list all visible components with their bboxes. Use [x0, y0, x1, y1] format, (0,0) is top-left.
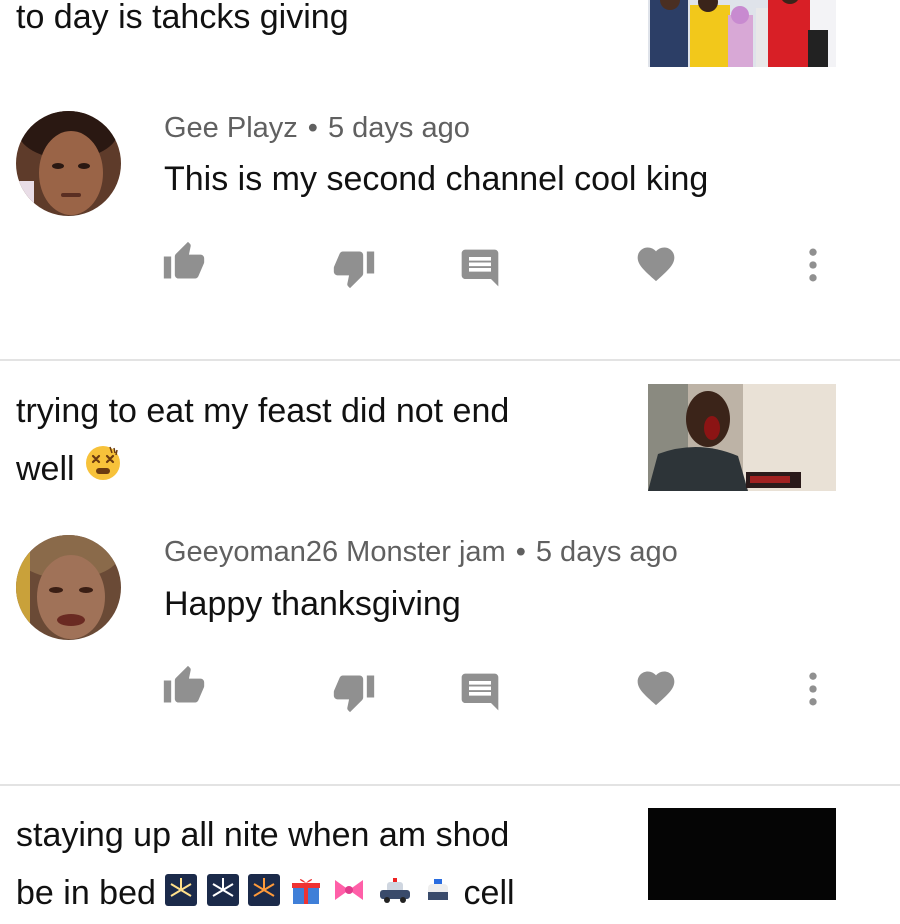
thumbs-up-icon [163, 241, 205, 279]
thumbs-down-icon [333, 251, 375, 289]
post-title[interactable]: trying to eat my feast did not end well [16, 382, 576, 500]
fireworks-emoji [206, 866, 239, 924]
comment-meta: Gee Playz • 5 days ago [164, 112, 470, 145]
comment-text: This is my second channel cool king [164, 160, 709, 198]
ribbon-emoji [331, 866, 367, 924]
gift-emoji [290, 866, 322, 924]
reply-button[interactable] [456, 668, 504, 716]
avatar[interactable] [16, 535, 121, 640]
fireworks-emoji [165, 866, 198, 924]
like-button[interactable] [160, 238, 208, 286]
avatar[interactable] [16, 111, 121, 216]
dark-thumbnail[interactable] [648, 808, 836, 900]
police-car-emoji [422, 866, 454, 924]
post-title[interactable]: to day is tahcks giving [16, 0, 616, 46]
separator-dot: • [307, 112, 318, 144]
heart-icon [637, 247, 675, 282]
family-photo-thumbnail[interactable] [648, 0, 836, 67]
heart-button[interactable] [632, 664, 680, 712]
post-title[interactable]: staying up all nite when am shod be in b… [16, 806, 616, 924]
comment-time: 5 days ago [327, 112, 470, 144]
dizzy-face-emoji [84, 442, 122, 500]
separator-dot: • [515, 536, 526, 568]
thumbs-up-icon [163, 665, 205, 703]
heart-icon [637, 671, 675, 706]
thumbs-down-icon [333, 675, 375, 713]
comment-icon [461, 673, 499, 711]
police-car-emoji [377, 866, 413, 924]
heart-button[interactable] [632, 240, 680, 288]
like-button[interactable] [160, 662, 208, 710]
comment-icon [461, 249, 499, 287]
divider [0, 784, 900, 786]
comment-meta: Geeyoman26 Monster jam • 5 days ago [164, 536, 678, 569]
screaming-man-thumbnail[interactable] [648, 384, 836, 491]
fireworks-emoji [248, 866, 281, 924]
dislike-button[interactable] [330, 668, 378, 716]
comment-author[interactable]: Gee Playz [164, 112, 298, 144]
comment-text: Happy thanksgiving [164, 585, 461, 623]
reply-button[interactable] [456, 244, 504, 292]
divider [0, 359, 900, 361]
dislike-button[interactable] [330, 244, 378, 292]
more-vert-icon [809, 248, 817, 282]
more-vert-icon [809, 672, 817, 706]
more-options-button[interactable] [789, 241, 837, 289]
comment-author[interactable]: Geeyoman26 Monster jam [164, 536, 506, 568]
more-options-button[interactable] [789, 665, 837, 713]
comment-time: 5 days ago [535, 536, 678, 568]
